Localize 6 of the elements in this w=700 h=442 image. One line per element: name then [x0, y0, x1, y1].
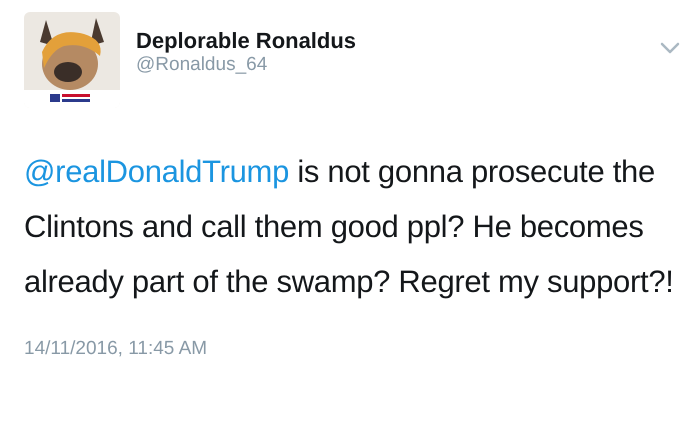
tweet-text: @realDonaldTrump is not gonna prosecute the Clintons and call them good ppl? He becomes already part of the swamp? Regret my support?! [24, 153, 674, 301]
display-name: Deplorable Ronaldus [136, 28, 358, 54]
username: @Ronaldus_64 [136, 54, 268, 78]
mention-link[interactable]: @realDonaldTrump [24, 154, 290, 189]
timestamp: 14/11/2016, 11:45 AM [24, 337, 208, 361]
chevron-down-icon[interactable] [660, 42, 680, 54]
